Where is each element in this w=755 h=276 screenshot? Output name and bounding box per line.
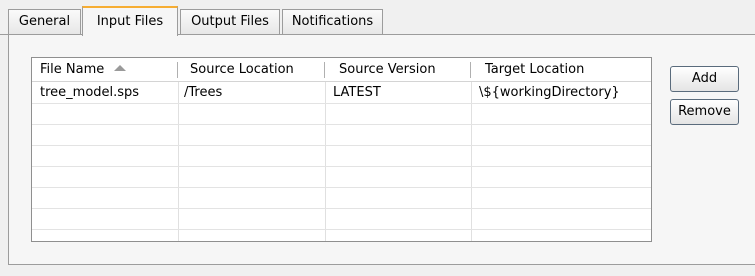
table-row-empty	[32, 146, 651, 167]
table-header: File Name Source Location Source Version…	[32, 58, 651, 82]
tab-input-files[interactable]: Input Files	[82, 6, 178, 36]
column-header-target-location[interactable]: Target Location	[471, 58, 651, 82]
tab-bar: General Input Files Output Files Notific…	[0, 0, 755, 36]
column-header-label: Source Version	[339, 62, 436, 77]
input-files-panel: File Name Source Location Source Version…	[8, 35, 755, 265]
tab-output-files[interactable]: Output Files	[180, 9, 280, 35]
table-row-empty	[32, 167, 651, 188]
cell-file-name[interactable]: tree_model.sps	[40, 83, 139, 103]
column-header-source-version[interactable]: Source Version	[325, 58, 471, 82]
column-header-label: File Name	[40, 62, 105, 77]
remove-button[interactable]: Remove	[670, 99, 739, 125]
table-row-empty	[32, 209, 651, 230]
table-row[interactable]: tree_model.sps /Trees LATEST \${workingD…	[32, 83, 651, 104]
cell-source-version[interactable]: LATEST	[333, 83, 381, 103]
tab-notifications[interactable]: Notifications	[282, 9, 383, 35]
sort-ascending-icon	[114, 64, 127, 71]
column-header-file-name[interactable]: File Name	[32, 58, 178, 82]
table-row-empty	[32, 188, 651, 209]
cell-target-location[interactable]: \${workingDirectory}	[479, 83, 620, 103]
column-header-label: Target Location	[485, 62, 585, 77]
column-header-label: Source Location	[190, 62, 294, 77]
table-row-empty	[32, 230, 651, 241]
column-header-source-location[interactable]: Source Location	[178, 58, 325, 82]
table-row-empty	[32, 104, 651, 125]
input-files-table: File Name Source Location Source Version…	[31, 57, 652, 242]
cell-source-location[interactable]: /Trees	[184, 83, 222, 103]
tab-general[interactable]: General	[8, 9, 81, 35]
add-button[interactable]: Add	[670, 66, 739, 92]
table-row-empty	[32, 125, 651, 146]
